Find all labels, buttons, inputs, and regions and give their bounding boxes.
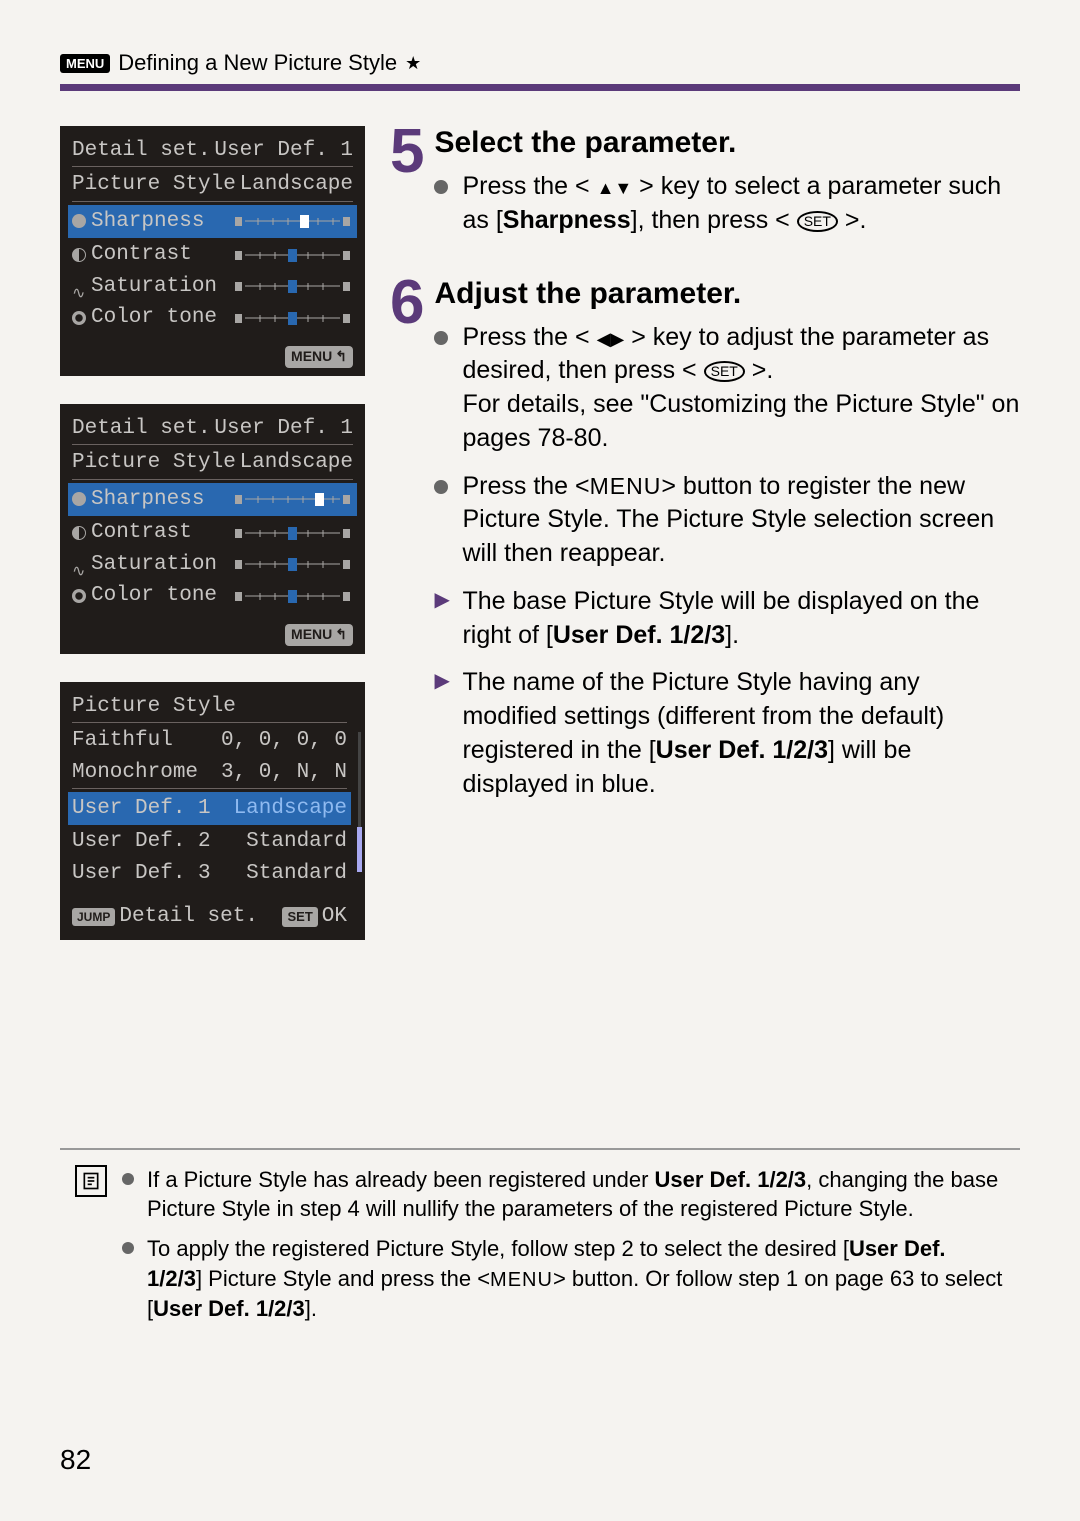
step-6-bullet-2: Press the <MENU> button to register the … — [434, 470, 1020, 571]
menu-back-button: MENU ↰ — [285, 624, 353, 646]
header-title: Defining a New Picture Style — [118, 50, 397, 76]
page-number: 82 — [60, 1444, 91, 1476]
step-5: 5 Select the parameter. Press the < ▲▼ >… — [390, 126, 1020, 252]
contrast-icon — [72, 526, 86, 540]
step-6-number: 6 — [390, 277, 424, 816]
slider-sharpness-2 — [235, 490, 353, 508]
contrast-icon — [72, 248, 86, 262]
lcd3-row-name: Faithful — [72, 726, 173, 755]
lcd2-picstyle-value: Landscape — [240, 448, 353, 477]
step-6-bullet-1: Press the < ◀▶ > key to adjust the param… — [434, 321, 1020, 456]
set-button-icon: SET — [282, 907, 317, 927]
colortone-icon — [72, 589, 86, 603]
lcd2-colortone: Color tone — [91, 581, 217, 610]
lcd3-ok: OK — [322, 902, 347, 931]
lcd3-detail-set: Detail set. — [119, 902, 258, 931]
lcd3-title: Picture Style — [72, 692, 236, 721]
lcd2-picstyle-label: Picture Style — [72, 448, 236, 477]
saturation-icon — [72, 279, 86, 293]
slider-saturation-1 — [235, 277, 353, 295]
slider-sharpness-1 — [235, 212, 353, 230]
menu-badge-icon: MENU — [60, 54, 110, 73]
lcd1-picstyle-label: Picture Style — [72, 170, 236, 199]
lcd1-title: Detail set. — [72, 136, 211, 165]
step-6-result-2: The name of the Picture Style having any… — [434, 666, 1020, 801]
set-button-icon: SET — [704, 361, 745, 382]
note-1: If a Picture Style has already been regi… — [122, 1165, 1005, 1224]
lcd3-row-name: User Def. 1 — [72, 794, 211, 823]
notes-box: If a Picture Style has already been regi… — [60, 1148, 1020, 1349]
lcd3-row-name: User Def. 3 — [72, 859, 211, 888]
step-5-bullet-1: Press the < ▲▼ > key to select a paramet… — [434, 170, 1020, 238]
menu-button-icon: MENU — [590, 473, 662, 499]
lcd2-userdef: User Def. 1 — [214, 414, 353, 443]
header-divider — [60, 84, 1020, 91]
lcd3-row-val: 3, 0, N, N — [221, 758, 347, 787]
slider-contrast-2 — [235, 524, 353, 542]
lcd-screen-1: Detail set. User Def. 1 Picture Style La… — [60, 126, 365, 376]
header-star-icon: ★ — [405, 53, 421, 74]
set-button-icon: SET — [797, 211, 838, 232]
lcd-screen-3: Picture Style Faithful 0, 0, 0, 0 Monoch… — [60, 682, 365, 940]
lcd3-row-name: Monochrome — [72, 758, 198, 787]
page-header: MENU Defining a New Picture Style ★ — [60, 50, 1020, 76]
step-6-title: Adjust the parameter. — [434, 277, 1020, 311]
note-icon — [75, 1165, 107, 1197]
lcd1-colortone: Color tone — [91, 303, 217, 332]
lcd-screen-2: Detail set. User Def. 1 Picture Style La… — [60, 404, 365, 654]
menu-button-icon: MENU — [490, 1269, 553, 1291]
step-6-result-1: The base Picture Style will be displayed… — [434, 585, 1020, 653]
menu-back-button: MENU ↰ — [285, 346, 353, 368]
lcd2-title: Detail set. — [72, 414, 211, 443]
slider-colortone-1 — [235, 309, 353, 327]
step-6: 6 Adjust the parameter. Press the < ◀▶ >… — [390, 277, 1020, 816]
slider-saturation-2 — [235, 555, 353, 573]
lcd3-row-val: 0, 0, 0, 0 — [221, 726, 347, 755]
left-right-key-icon: ◀▶ — [597, 329, 625, 349]
sharpness-icon — [72, 214, 86, 228]
colortone-icon — [72, 311, 86, 325]
lcd3-row-val: Standard — [246, 859, 347, 888]
lcd3-row-val: Landscape — [234, 794, 347, 823]
lcd2-contrast: Contrast — [91, 518, 192, 547]
step-5-title: Select the parameter. — [434, 126, 1020, 160]
lcd3-row-name: User Def. 2 — [72, 827, 211, 856]
lcd1-sharpness: Sharpness — [91, 207, 204, 236]
slider-contrast-1 — [235, 246, 353, 264]
sharpness-icon — [72, 492, 86, 506]
lcd1-saturation: Saturation — [91, 272, 217, 301]
lcd2-sharpness: Sharpness — [91, 485, 204, 514]
lcd1-picstyle-value: Landscape — [240, 170, 353, 199]
slider-colortone-2 — [235, 587, 353, 605]
lcd3-row-val: Standard — [246, 827, 347, 856]
scrollbar — [358, 732, 361, 867]
lcd2-saturation: Saturation — [91, 550, 217, 579]
lcd1-userdef: User Def. 1 — [214, 136, 353, 165]
lcd1-contrast: Contrast — [91, 240, 192, 269]
step-5-number: 5 — [390, 126, 424, 252]
jump-button-icon: JUMP — [72, 908, 115, 927]
up-down-key-icon: ▲▼ — [597, 178, 633, 198]
note-2: To apply the registered Picture Style, f… — [122, 1234, 1005, 1323]
saturation-icon — [72, 557, 86, 571]
